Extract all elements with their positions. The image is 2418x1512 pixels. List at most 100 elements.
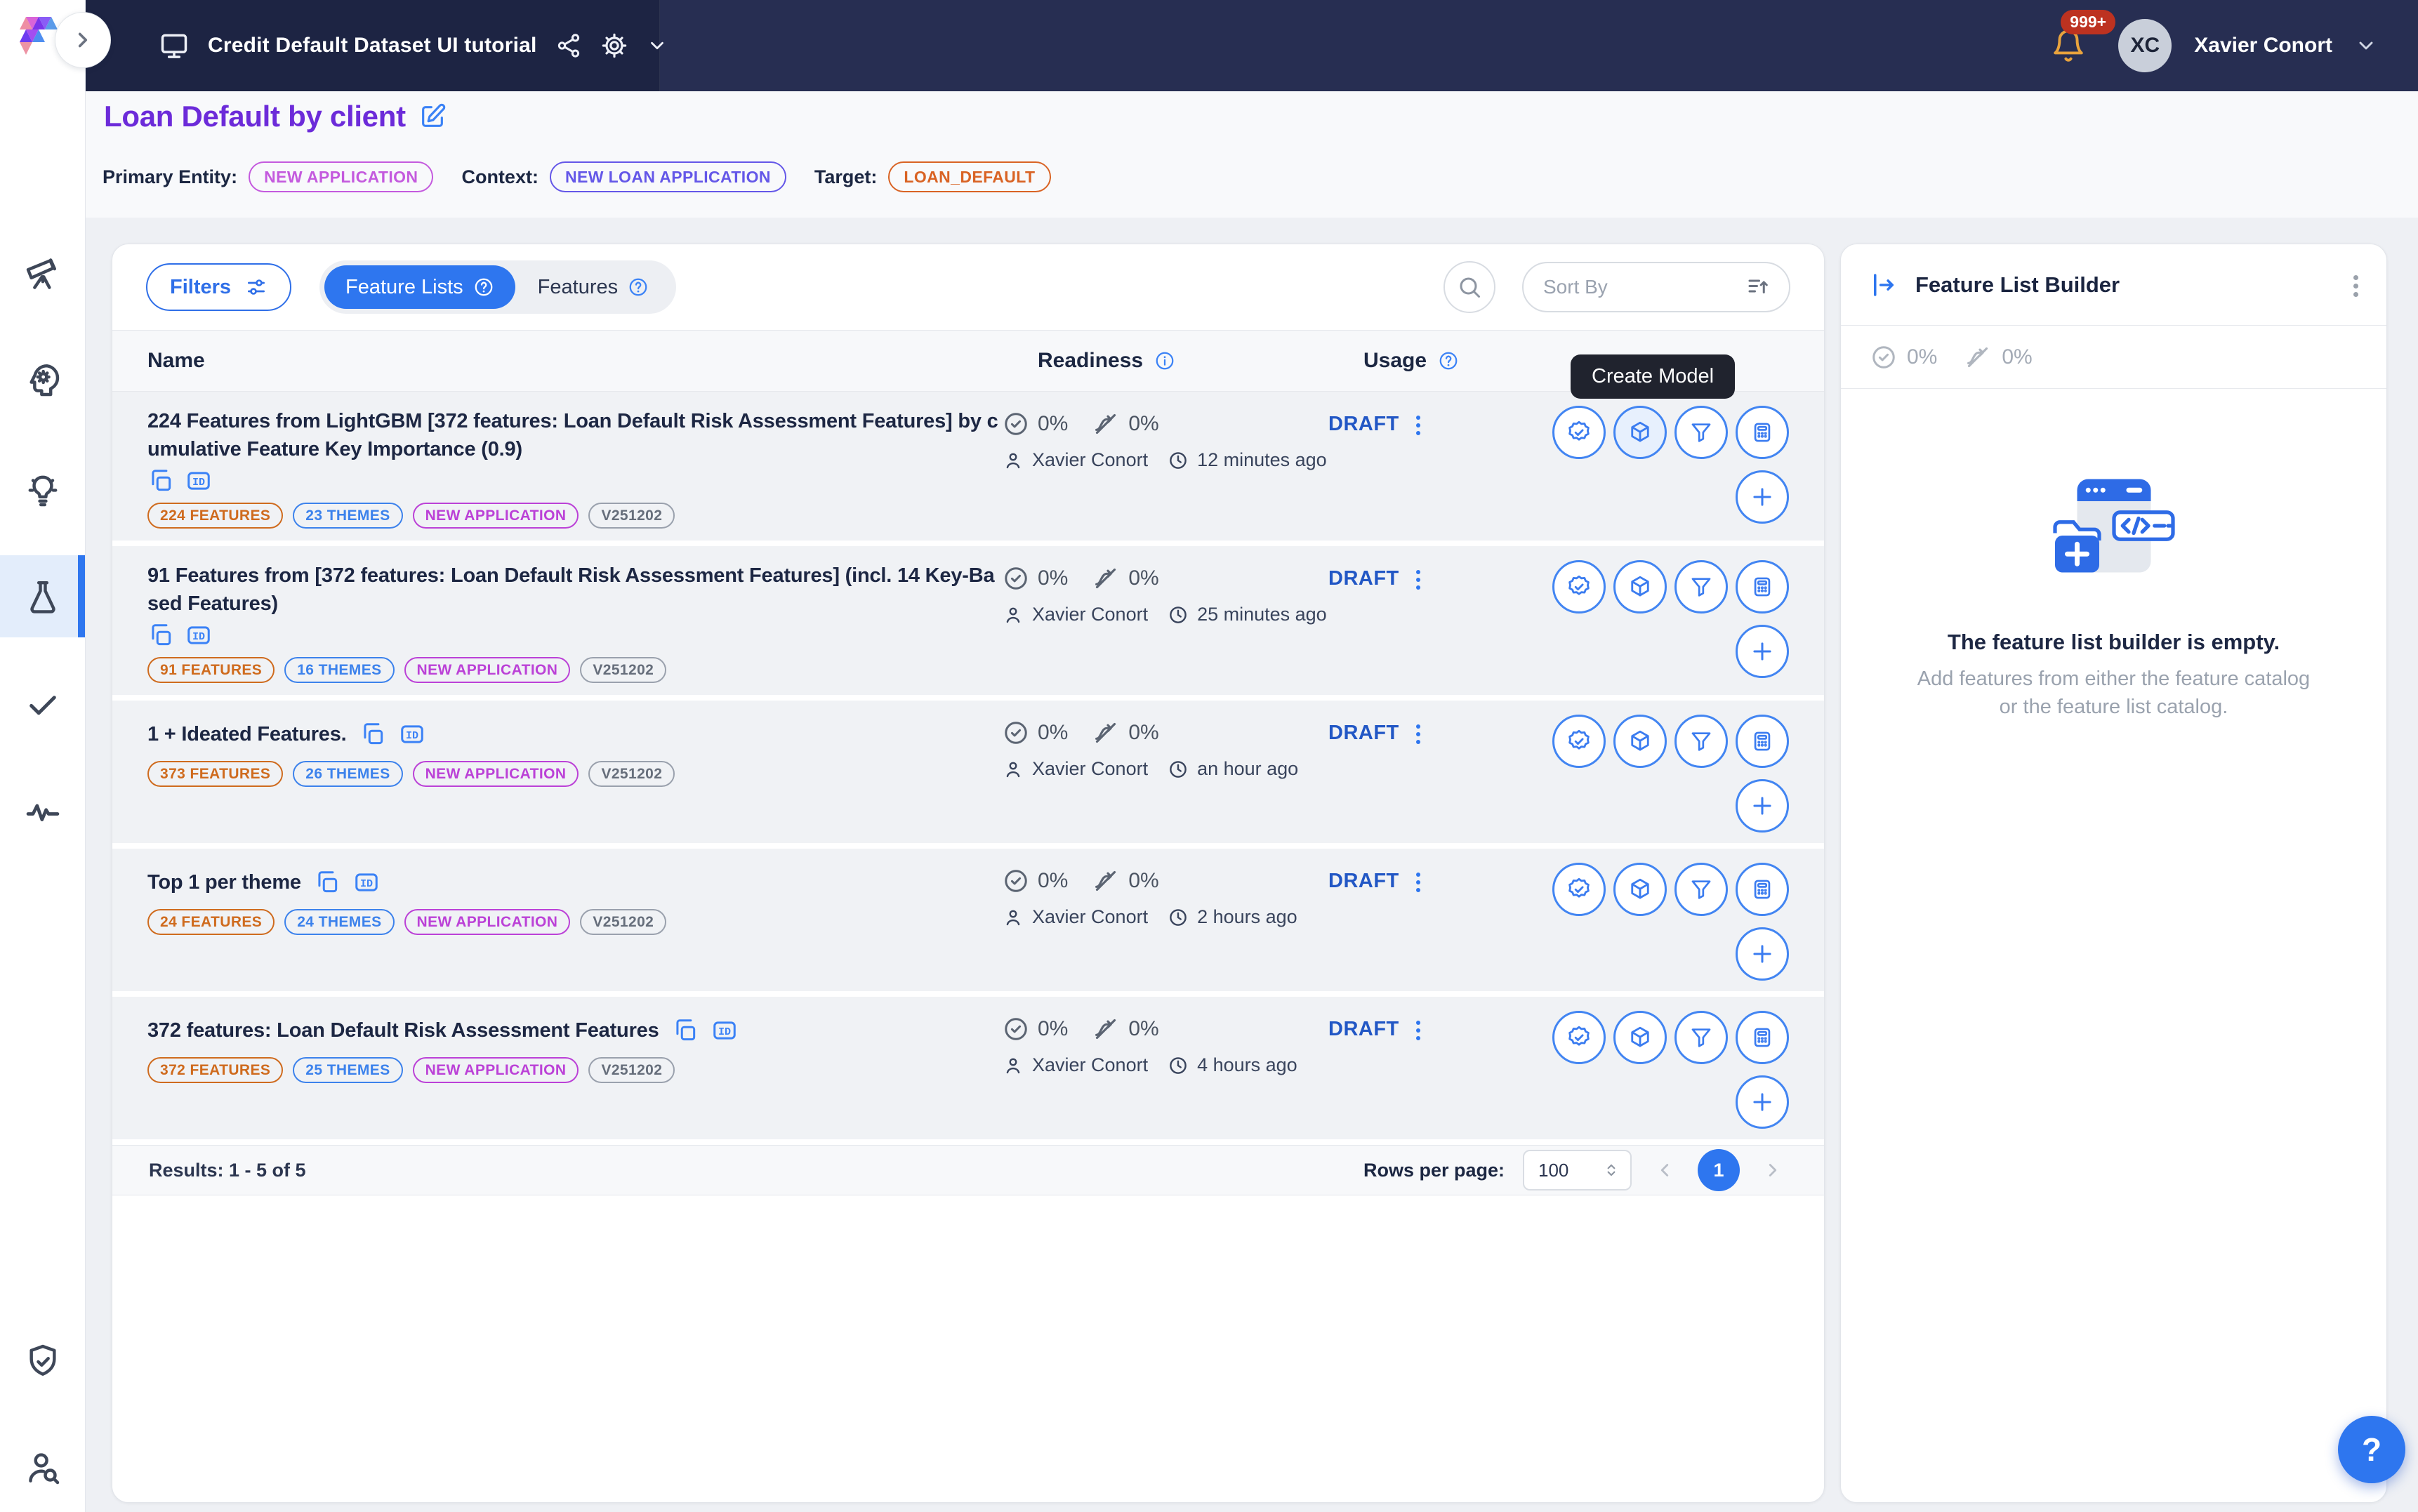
- feature-list-name[interactable]: 224 Features from LightGBM [372 features…: [147, 407, 1003, 463]
- readiness-action-button[interactable]: [1552, 715, 1606, 768]
- add-to-builder-button[interactable]: [1736, 625, 1789, 678]
- id-icon[interactable]: ID: [711, 1017, 738, 1044]
- readiness-action-button[interactable]: [1552, 863, 1606, 916]
- filter-action-button[interactable]: [1674, 406, 1728, 459]
- next-page-button[interactable]: [1758, 1160, 1788, 1181]
- filter-action-button[interactable]: [1674, 863, 1728, 916]
- filter-action-button[interactable]: [1674, 715, 1728, 768]
- rows-per-page-select[interactable]: 100: [1523, 1150, 1632, 1191]
- sidebar-item-check-icon[interactable]: [0, 663, 85, 745]
- notification-count-badge: 999+: [2061, 10, 2115, 34]
- row-menu-button[interactable]: [1416, 1018, 1420, 1040]
- sidebar-item-shield-check-icon[interactable]: [0, 1320, 85, 1402]
- compute-action-button[interactable]: [1736, 715, 1789, 768]
- avatar[interactable]: XC: [2118, 19, 2172, 72]
- sidebar-item-telescope-icon[interactable]: [0, 232, 85, 314]
- add-to-builder-button[interactable]: [1736, 1075, 1789, 1129]
- compute-action-button[interactable]: [1736, 1011, 1789, 1064]
- column-usage[interactable]: Usage: [1363, 349, 1427, 373]
- add-to-builder-button[interactable]: [1736, 927, 1789, 981]
- feature-list-name[interactable]: 91 Features from [372 features: Loan Def…: [147, 562, 1003, 618]
- filter-action-button[interactable]: [1674, 560, 1728, 614]
- readiness-value: 0%: [1038, 566, 1068, 590]
- tab-feature-lists-label: Feature Lists: [345, 276, 463, 299]
- compute-action-button[interactable]: [1736, 406, 1789, 459]
- sliders-icon: [245, 276, 267, 298]
- row-menu-button[interactable]: [1416, 870, 1420, 892]
- compute-action-button[interactable]: [1736, 560, 1789, 614]
- row-author: Xavier Conort: [1032, 758, 1148, 780]
- sidebar-item-lightbulb-icon[interactable]: [0, 449, 85, 531]
- prev-page-button[interactable]: [1650, 1160, 1679, 1181]
- sort-by-field[interactable]: [1522, 262, 1790, 312]
- copy-icon[interactable]: [672, 1017, 699, 1044]
- row-menu-button[interactable]: [1416, 567, 1420, 590]
- readiness-action-button[interactable]: [1552, 406, 1606, 459]
- sidebar-item-flask-icon[interactable]: [0, 555, 85, 637]
- sidebar-item-pulse-icon[interactable]: [0, 770, 85, 852]
- create-model-button[interactable]: [1613, 863, 1667, 916]
- id-icon[interactable]: ID: [185, 622, 212, 649]
- readiness-action-button[interactable]: [1552, 1011, 1606, 1064]
- row-menu-button[interactable]: [1416, 413, 1420, 435]
- copy-icon[interactable]: [314, 869, 341, 896]
- filters-button[interactable]: Filters: [146, 263, 291, 311]
- column-readiness[interactable]: Readiness: [1038, 349, 1143, 373]
- tab-features[interactable]: Features: [515, 265, 671, 309]
- plus-icon: [1749, 638, 1776, 665]
- id-icon[interactable]: ID: [185, 467, 212, 494]
- copy-icon[interactable]: [147, 467, 174, 494]
- filter-action-button[interactable]: [1674, 1011, 1728, 1064]
- readiness-check-icon: [1003, 868, 1029, 894]
- edit-icon[interactable]: [418, 102, 447, 131]
- readiness-action-button[interactable]: [1552, 560, 1606, 614]
- feature-list-name[interactable]: Top 1 per theme: [147, 868, 301, 896]
- table-row[interactable]: 91 Features from [372 features: Loan Def…: [112, 546, 1824, 701]
- status-badge: DRAFT: [1328, 722, 1399, 745]
- create-model-button[interactable]: [1613, 715, 1667, 768]
- copy-icon[interactable]: [147, 622, 174, 649]
- table-row[interactable]: 1 + Ideated Features. ID 373 FEATURES 26…: [112, 701, 1824, 849]
- chevron-down-icon[interactable]: [647, 35, 668, 56]
- add-to-builder-button[interactable]: [1736, 779, 1789, 833]
- copy-icon[interactable]: [359, 721, 386, 748]
- empty-state-title: The feature list builder is empty.: [1841, 630, 2386, 655]
- feature-list-name[interactable]: 1 + Ideated Features.: [147, 720, 347, 748]
- user-name: Xavier Conort: [2194, 34, 2332, 58]
- id-icon[interactable]: ID: [353, 869, 380, 896]
- tab-feature-lists[interactable]: Feature Lists: [324, 265, 515, 309]
- create-model-button[interactable]: [1613, 560, 1667, 614]
- builder-menu-button[interactable]: [2353, 272, 2358, 297]
- create-model-button[interactable]: [1613, 406, 1667, 459]
- compute-action-button[interactable]: [1736, 863, 1789, 916]
- project-switcher[interactable]: Credit Default Dataset UI tutorial: [86, 0, 660, 91]
- sidebar-expand-button[interactable]: [55, 12, 111, 68]
- help-fab-button[interactable]: ?: [2338, 1416, 2405, 1483]
- gear-icon[interactable]: [600, 32, 628, 60]
- user-menu-chevron-icon[interactable]: [2355, 34, 2377, 57]
- column-name[interactable]: Name: [147, 349, 205, 373]
- production-value: 0%: [1128, 412, 1158, 436]
- add-to-builder-button[interactable]: [1736, 470, 1789, 524]
- row-menu-button[interactable]: [1416, 722, 1420, 744]
- table-row[interactable]: 224 Features from LightGBM [372 features…: [112, 392, 1824, 546]
- page-number[interactable]: 1: [1698, 1149, 1740, 1191]
- svg-text:ID: ID: [718, 1026, 730, 1038]
- share-icon[interactable]: [555, 32, 582, 59]
- feature-list-name[interactable]: 372 features: Loan Default Risk Assessme…: [147, 1016, 659, 1045]
- sidebar-item-user-search-icon[interactable]: [0, 1426, 85, 1508]
- search-button[interactable]: [1443, 261, 1495, 313]
- table-row[interactable]: Top 1 per theme ID 24 FEATURES 24 THEMES…: [112, 849, 1824, 997]
- sort-by-input[interactable]: [1542, 275, 1736, 299]
- production-disabled-icon: [1092, 1015, 1120, 1043]
- table-row[interactable]: 372 features: Loan Default Risk Assessme…: [112, 997, 1824, 1145]
- readiness-check-icon: [1003, 719, 1029, 746]
- notifications-button[interactable]: 999+: [2051, 28, 2086, 63]
- id-icon[interactable]: ID: [399, 721, 425, 748]
- production-disabled-icon: [1964, 343, 1992, 371]
- sidebar-item-brain-gear-icon[interactable]: [0, 338, 85, 420]
- calculator-icon: [1750, 729, 1774, 753]
- context-pill: NEW LOAN APPLICATION: [550, 161, 786, 192]
- entity-pill: NEW APPLICATION: [404, 909, 571, 935]
- create-model-button[interactable]: [1613, 1011, 1667, 1064]
